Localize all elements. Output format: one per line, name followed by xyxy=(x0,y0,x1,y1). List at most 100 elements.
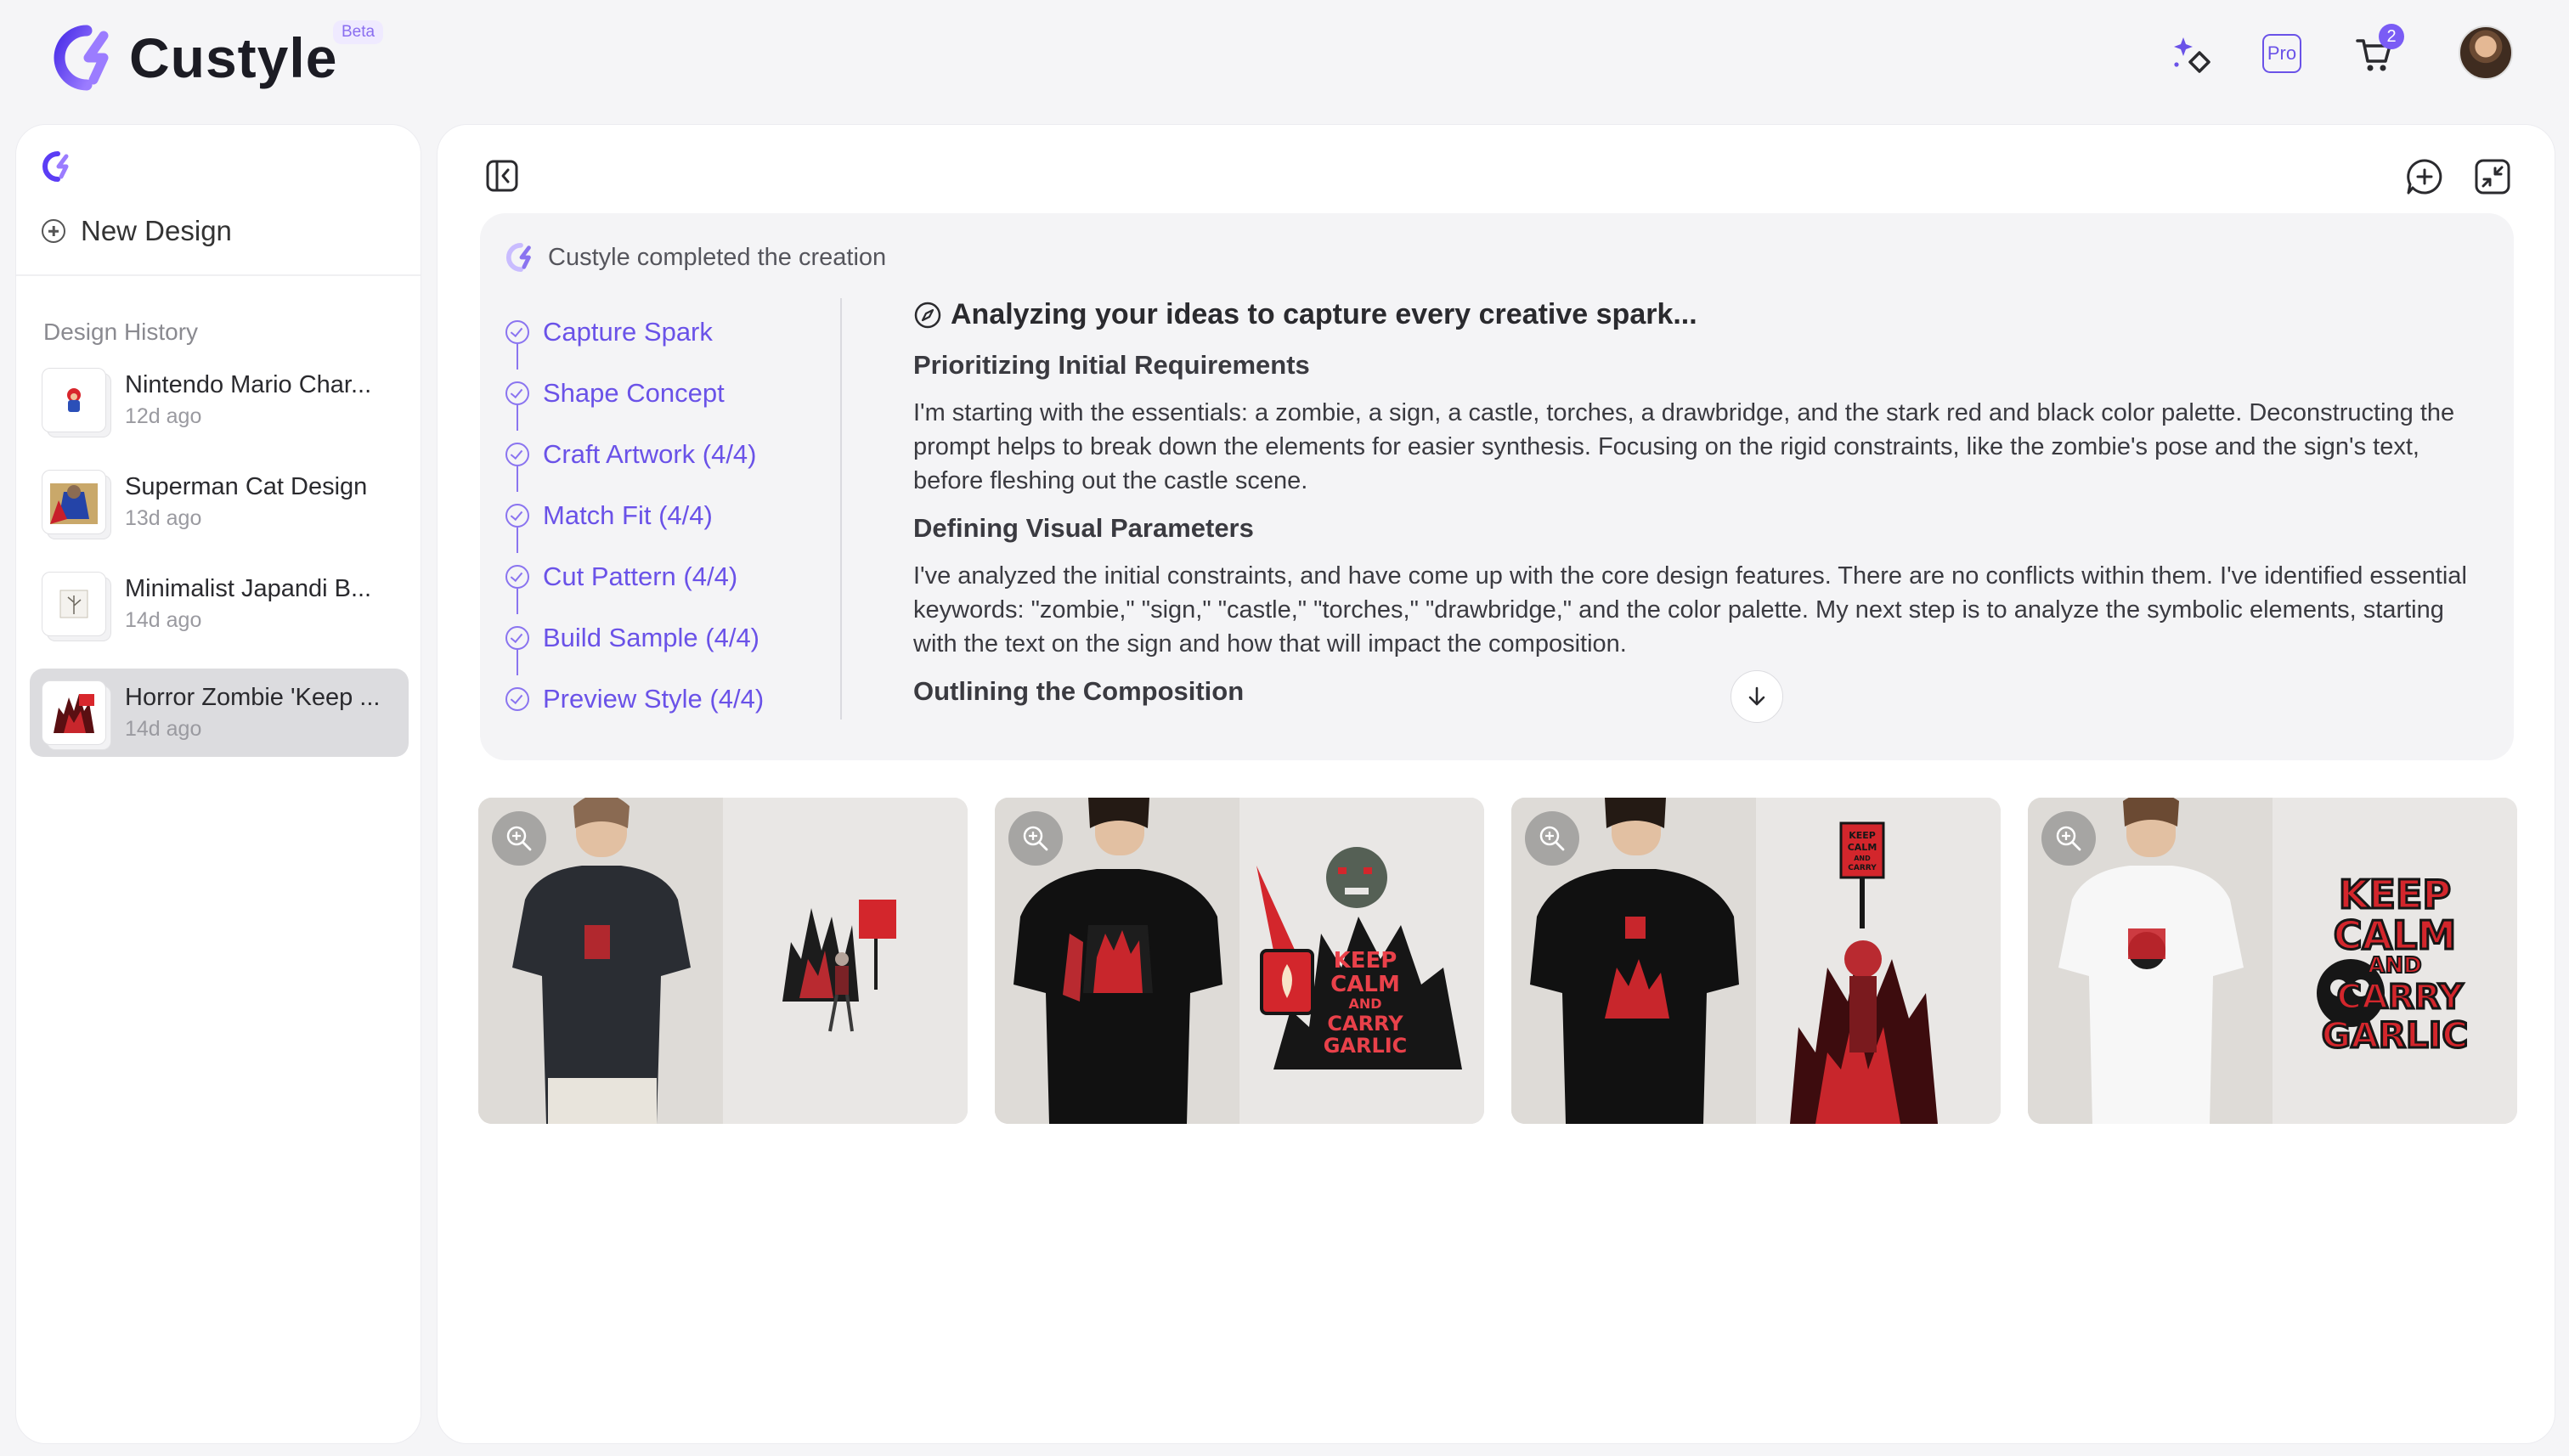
result-card[interactable] xyxy=(478,798,968,1124)
check-circle-icon xyxy=(505,320,529,344)
generation-process-card: Custyle completed the creation Capture S… xyxy=(480,213,2514,760)
check-circle-icon xyxy=(505,504,529,528)
pro-button[interactable]: Pro xyxy=(2262,34,2301,73)
design-text: KEEP xyxy=(1849,830,1876,841)
check-circle-icon xyxy=(505,381,529,405)
chat-plus-icon xyxy=(2407,159,2442,195)
step-label: Preview Style (4/4) xyxy=(543,684,765,714)
step-label: Craft Artwork (4/4) xyxy=(543,439,757,469)
history-item[interactable]: Minimalist Japandi B... 14d ago xyxy=(30,560,409,648)
design-text: AND xyxy=(2368,953,2421,979)
new-design-button[interactable]: New Design xyxy=(42,215,232,247)
design-artwork xyxy=(723,798,968,1124)
step-item[interactable]: Match Fit (4/4) xyxy=(505,485,828,553)
sidebar-divider xyxy=(16,274,421,276)
result-card[interactable]: KEEP CALM AND CARRY GARLIC xyxy=(995,798,1484,1124)
design-results: KEEP CALM AND CARRY GARLIC KEEP CALM AND… xyxy=(478,798,2517,1124)
zoom-in-button[interactable] xyxy=(492,811,546,866)
design-text: CALM xyxy=(1848,842,1877,853)
design-history-title: Design History xyxy=(43,319,199,345)
custyle-logo-icon xyxy=(54,25,109,91)
new-design-label: New Design xyxy=(81,215,232,246)
zoom-in-icon xyxy=(1023,826,1048,851)
design-text: KEEP xyxy=(2339,872,2451,917)
history-item-time: 12d ago xyxy=(125,404,202,428)
history-thumbnail xyxy=(42,368,106,432)
history-item-title: Minimalist Japandi B... xyxy=(125,575,372,602)
analysis-log[interactable]: Analyzing your ideas to capture every cr… xyxy=(913,298,2476,740)
shrink-icon xyxy=(2475,159,2510,195)
history-item-active[interactable]: Horror Zombie 'Keep ... 14d ago xyxy=(30,669,409,757)
history-item-title: Horror Zombie 'Keep ... xyxy=(125,684,381,711)
app-name: Custyle xyxy=(129,26,338,89)
history-thumbnail xyxy=(42,470,106,534)
user-avatar[interactable] xyxy=(2459,25,2513,80)
exit-fullscreen-button[interactable] xyxy=(2473,157,2510,195)
design-text: GARLIC xyxy=(2322,1014,2469,1056)
cart-count-badge: 2 xyxy=(2379,24,2404,49)
collapse-sidebar-button[interactable] xyxy=(483,157,521,195)
design-text: CARRY xyxy=(1848,864,1877,872)
process-status: Custyle completed the creation xyxy=(505,242,886,273)
arrow-down-icon xyxy=(1748,686,1765,706)
design-artwork: KEEP CALM AND CARRY GARLIC xyxy=(1239,798,1484,1124)
process-steps: Capture Spark Shape Concept Craft Artwor… xyxy=(505,302,828,730)
pro-label: Pro xyxy=(2267,42,2297,64)
design-text: CALM xyxy=(2334,912,2456,958)
step-label: Cut Pattern (4/4) xyxy=(543,562,738,591)
step-item[interactable]: Shape Concept xyxy=(505,363,828,431)
plus-circle-icon xyxy=(42,219,65,243)
analysis-section-heading: Outlining the Composition xyxy=(913,676,1245,706)
main-panel: Custyle completed the creation Capture S… xyxy=(437,124,2555,1444)
sidebar-collapse-icon xyxy=(486,160,518,192)
result-card[interactable]: KEEP CALM AND CARRY xyxy=(1511,798,2001,1124)
design-text: CARRY xyxy=(1327,1012,1403,1036)
design-text: AND xyxy=(1348,996,1381,1012)
step-item[interactable]: Build Sample (4/4) xyxy=(505,607,828,675)
analysis-title: Analyzing your ideas to capture every cr… xyxy=(913,298,2476,331)
design-text: CALM xyxy=(1330,972,1400,997)
history-item-time: 13d ago xyxy=(125,506,202,530)
analysis-section-body: I've analyzed the initial constraints, a… xyxy=(913,562,2467,657)
analysis-title-text: Analyzing your ideas to capture every cr… xyxy=(951,298,1697,330)
step-item[interactable]: Cut Pattern (4/4) xyxy=(505,546,828,614)
history-thumbnail xyxy=(42,680,106,745)
cart-button[interactable]: 2 xyxy=(2355,24,2404,76)
compass-icon xyxy=(914,302,941,328)
design-text: KEEP xyxy=(1334,948,1397,973)
step-item[interactable]: Preview Style (4/4) xyxy=(505,669,828,730)
step-item[interactable]: Capture Spark xyxy=(505,302,828,370)
check-circle-icon xyxy=(505,626,529,650)
analysis-section-body: I'm starting with the essentials: a zomb… xyxy=(913,399,2455,494)
design-artwork: KEEP CALM AND CARRY xyxy=(1756,798,2001,1124)
result-card[interactable]: KEEP CALM AND CARRY GARLIC xyxy=(2028,798,2517,1124)
history-item[interactable]: Nintendo Mario Char... 12d ago xyxy=(30,356,409,444)
history-item-title: Superman Cat Design xyxy=(125,473,368,500)
scroll-down-button[interactable] xyxy=(1731,670,1783,723)
zoom-in-icon xyxy=(2056,826,2081,851)
step-item[interactable]: Craft Artwork (4/4) xyxy=(505,424,828,492)
steps-divider xyxy=(840,298,842,720)
step-label: Capture Spark xyxy=(543,317,713,347)
history-item-time: 14d ago xyxy=(125,717,202,741)
new-chat-button[interactable] xyxy=(2405,157,2442,195)
history-item-title: Nintendo Mario Char... xyxy=(125,371,372,398)
zoom-in-button[interactable] xyxy=(2041,811,2096,866)
sidebar: New Design Design History Nintendo Mario… xyxy=(15,124,421,1444)
step-label: Shape Concept xyxy=(543,378,725,408)
zoom-in-icon xyxy=(506,826,532,851)
history-thumbnail xyxy=(42,572,106,636)
zoom-in-button[interactable] xyxy=(1525,811,1579,866)
design-text: CARRY xyxy=(2337,978,2465,1017)
step-label: Match Fit (4/4) xyxy=(543,500,713,530)
check-circle-icon xyxy=(505,443,529,466)
history-item[interactable]: Superman Cat Design 13d ago xyxy=(30,458,409,546)
history-item-time: 14d ago xyxy=(125,608,202,632)
ai-sparkle-icon[interactable] xyxy=(2171,34,2216,78)
check-circle-icon xyxy=(505,565,529,589)
app-logo[interactable]: Custyle xyxy=(53,24,337,92)
custyle-mini-logo-icon[interactable] xyxy=(42,150,74,183)
zoom-in-icon xyxy=(1539,826,1565,851)
zoom-in-button[interactable] xyxy=(1008,811,1063,866)
beta-badge: Beta xyxy=(333,20,384,44)
